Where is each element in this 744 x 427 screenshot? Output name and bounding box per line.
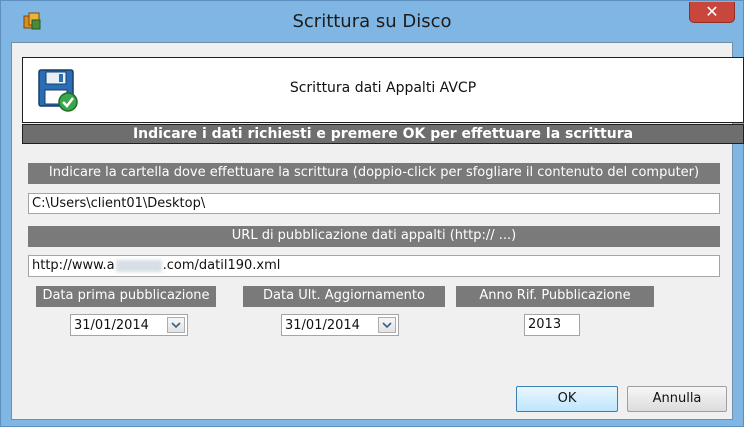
folder-label: Indicare la cartella dove effettuare la …	[28, 163, 720, 184]
dialog-subtitle: Scrittura dati Appalti AVCP	[289, 80, 477, 96]
first-publication-date-value: 31/01/2014	[74, 318, 149, 333]
reference-year-label: Anno Rif. Pubblicazione	[456, 286, 654, 307]
ok-button[interactable]: OK	[516, 386, 618, 412]
cancel-button[interactable]: Annulla	[627, 386, 727, 412]
folder-input[interactable]: C:\Users\client01\Desktop\	[28, 193, 720, 214]
chevron-down-icon	[382, 322, 392, 329]
chevron-down-icon	[171, 322, 181, 329]
last-update-label: Data Ult. Aggiornamento	[243, 286, 445, 307]
redacted-text	[115, 259, 162, 272]
last-update-dropdown-button[interactable]	[378, 317, 396, 333]
url-input[interactable]: http://www.a .com/datil190.xml	[28, 255, 720, 277]
close-button[interactable]: ✕	[689, 2, 735, 23]
last-update-date-value: 31/01/2014	[285, 318, 360, 333]
header-panel: Scrittura dati Appalti AVCP	[22, 57, 744, 123]
window-title: Scrittura su Disco	[292, 11, 452, 32]
reference-year-input[interactable]: 2013	[524, 314, 580, 336]
url-label: URL di pubblicazione dati appalti (http:…	[28, 226, 720, 247]
instruction-banner: Indicare i dati richiesti e premere OK p…	[22, 124, 744, 144]
url-value-suffix: .com/datil190.xml	[162, 258, 281, 273]
first-publication-dropdown-button[interactable]	[167, 317, 185, 333]
first-publication-date-picker[interactable]: 31/01/2014	[70, 314, 188, 336]
close-icon: ✕	[705, 2, 719, 21]
last-update-date-picker[interactable]: 31/01/2014	[281, 314, 399, 336]
title-bar[interactable]: Scrittura su Disco ✕	[1, 1, 743, 41]
url-value-prefix: http://www.a	[32, 258, 115, 273]
first-publication-label: Data prima pubblicazione	[36, 286, 216, 307]
